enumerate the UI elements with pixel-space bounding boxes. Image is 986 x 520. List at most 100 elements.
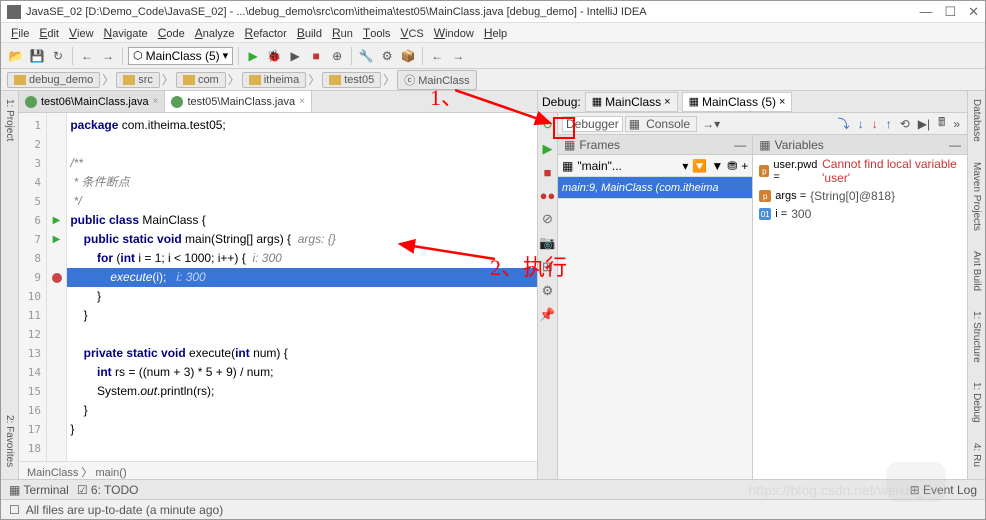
debug-tab-mainclass5[interactable]: ▦ MainClass (5) × <box>682 92 793 112</box>
debug-icon[interactable]: 🐞 <box>265 47 283 65</box>
back-icon[interactable]: ← <box>428 47 446 65</box>
breakpoints-icon[interactable]: ●● <box>540 188 556 203</box>
debugger-toolbar: Debugger ▦ Console →▾ ⤵ ↓ ↓ ↑ ⟲ ▶| 🖩 » <box>558 113 967 135</box>
project-tool[interactable]: 1: Project <box>4 95 15 145</box>
right-tool[interactable]: 4: Ru <box>971 439 982 471</box>
more2-icon[interactable]: » <box>950 117 963 131</box>
breadcrumb-item[interactable]: ⓒ MainClass <box>397 70 476 90</box>
menu-window[interactable]: Window <box>430 24 478 42</box>
console-subtab[interactable]: ▦ Console <box>625 116 697 132</box>
sdk-icon[interactable]: 📦 <box>399 47 417 65</box>
vars-title: Variables <box>775 138 824 152</box>
pin-icon[interactable]: 📌 <box>539 307 555 323</box>
menu-code[interactable]: Code <box>154 24 189 42</box>
favorites-tool[interactable]: 2: Favorites <box>4 411 15 471</box>
open-icon[interactable]: 📂 <box>7 47 25 65</box>
rerun-icon[interactable]: ↻ <box>542 117 553 133</box>
step-over-icon[interactable]: ⤵ <box>835 115 853 132</box>
thread-dump-icon[interactable]: 📷 <box>539 235 555 251</box>
titlebar: JavaSE_02 [D:\Demo_Code\JavaSE_02] - ...… <box>1 1 985 23</box>
left-tool-strip[interactable]: 1: Project 2: Favorites <box>1 91 19 479</box>
vars-icon: ▦ <box>759 138 770 152</box>
vars-hide-icon[interactable]: — <box>949 138 961 152</box>
menu-view[interactable]: View <box>65 24 98 42</box>
right-tool-strip[interactable]: Database Maven Projects Ant Build 1: Struct… <box>967 91 985 479</box>
icon-gutter[interactable]: ▶▶ <box>47 113 67 461</box>
code-editor[interactable]: package com.itheima.test05; /** * 条件断点 *… <box>67 113 537 461</box>
todo-tool[interactable]: ☑ 6: TODO <box>77 483 139 497</box>
variable-item[interactable]: 01 i = 300 <box>753 205 967 223</box>
maximize-icon[interactable]: ☐ <box>944 4 956 20</box>
undo-icon[interactable]: ← <box>78 47 96 65</box>
debug-panel: Debug: ▦ MainClass × ▦ MainClass (5) × ↻… <box>537 91 967 479</box>
filter-icon[interactable]: ⛃ <box>727 159 737 173</box>
editor-tab[interactable]: test05\MainClass.java × <box>165 91 311 112</box>
terminal-tool[interactable]: ▦ Terminal <box>9 483 69 497</box>
step-out-icon[interactable]: ↑ <box>883 117 895 131</box>
menu-build[interactable]: Build <box>293 24 326 42</box>
breadcrumb-item[interactable]: src <box>116 72 160 88</box>
debug-label: Debug: <box>542 95 581 109</box>
breadcrumb-item[interactable]: com <box>176 72 226 88</box>
structure-icon[interactable]: 🔧 <box>357 47 375 65</box>
breadcrumb-item[interactable]: debug_demo <box>7 72 100 88</box>
close-icon[interactable]: ✕ <box>968 4 979 20</box>
menu-analyze[interactable]: Analyze <box>191 24 239 42</box>
menu-file[interactable]: File <box>7 24 33 42</box>
right-tool[interactable]: Database <box>971 95 982 146</box>
menu-refactor[interactable]: Refactor <box>241 24 291 42</box>
menu-navigate[interactable]: Navigate <box>100 24 152 42</box>
drop-frame-icon[interactable]: ⟲ <box>897 117 913 131</box>
breadcrumb-item[interactable]: itheima <box>242 72 306 88</box>
right-tool[interactable]: 1: Debug <box>971 378 982 427</box>
menu-vcs[interactable]: VCS <box>396 24 427 42</box>
settings-icon[interactable]: ⚙ <box>378 47 396 65</box>
stop-debug-icon[interactable]: ■ <box>544 165 552 180</box>
variable-item[interactable]: p args = {String[0]@818} <box>753 187 967 205</box>
debugger-subtab[interactable]: Debugger <box>562 116 623 132</box>
menu-edit[interactable]: Edit <box>35 24 63 42</box>
window-title: JavaSE_02 [D:\Demo_Code\JavaSE_02] - ...… <box>26 6 919 18</box>
eventlog-tool[interactable]: ⊞ Event Log <box>910 483 977 497</box>
stop-icon[interactable]: ■ <box>307 47 325 65</box>
debug-side-toolbar[interactable]: ↻ ▶ ■ ●● ⊘ 📷 ⊞ ⚙ 📌 <box>538 113 558 479</box>
save-icon[interactable]: 💾 <box>28 47 46 65</box>
step-into-icon[interactable]: ↓ <box>855 117 867 131</box>
attach-icon[interactable]: ⊕ <box>328 47 346 65</box>
editor-tab[interactable]: test06\MainClass.java × <box>19 91 165 112</box>
evaluate-icon[interactable]: 🖩 <box>935 113 948 134</box>
menu-help[interactable]: Help <box>480 24 511 42</box>
variables-pane[interactable]: ▦ Variables — p user.pwd = Cannot find loc… <box>753 135 967 479</box>
menu-run[interactable]: Run <box>328 24 357 42</box>
debug-tab-mainclass[interactable]: ▦ MainClass × <box>585 92 678 112</box>
stack-frame[interactable]: main:9, MainClass (com.itheima <box>558 177 752 199</box>
menubar: FileEditViewNavigateCodeAnalyzeRefactorB… <box>1 23 985 43</box>
status-bar: ☐All files are up-to-date (a minute ago) <box>1 499 985 519</box>
variable-item[interactable]: p user.pwd = Cannot find local variable … <box>753 155 967 187</box>
resume-icon[interactable]: ▶ <box>543 141 553 157</box>
settings-debug-icon[interactable]: ⚙ <box>542 283 554 299</box>
mute-bp-icon[interactable]: ⊘ <box>542 211 553 227</box>
frames-pane[interactable]: ▦ Frames — ▦"main"...▾🔽▼⛃+ main:9, MainCla… <box>558 135 753 479</box>
right-tool[interactable]: Ant Build <box>971 247 982 295</box>
frames-title: Frames <box>579 138 620 152</box>
frames-hide-icon[interactable]: — <box>734 138 746 152</box>
right-tool[interactable]: Maven Projects <box>971 158 982 235</box>
more-icon[interactable]: →▾ <box>699 117 723 131</box>
minimize-icon[interactable]: — <box>919 4 932 20</box>
force-step-icon[interactable]: ↓ <box>869 117 881 131</box>
run-cursor-icon[interactable]: ▶| <box>915 117 933 131</box>
redo-icon[interactable]: → <box>99 47 117 65</box>
run-config-combo[interactable]: ⬡ MainClass (5) ▾ <box>128 47 233 65</box>
code-breadcrumb[interactable]: MainClass 〉 main() <box>19 461 537 479</box>
coverage-icon[interactable]: ▶ <box>286 47 304 65</box>
right-tool[interactable]: 1: Structure <box>971 307 982 367</box>
sync-icon[interactable]: ↻ <box>49 47 67 65</box>
layout-icon[interactable]: ⊞ <box>542 259 553 275</box>
thread-selector[interactable]: ▦"main"...▾🔽▼⛃+ <box>558 155 752 177</box>
frames-icon: ▦ <box>564 138 575 152</box>
run-icon[interactable]: ▶ <box>244 47 262 65</box>
menu-tools[interactable]: Tools <box>359 24 395 42</box>
forward-icon[interactable]: → <box>449 47 467 65</box>
breadcrumb-item[interactable]: test05 <box>322 72 381 88</box>
